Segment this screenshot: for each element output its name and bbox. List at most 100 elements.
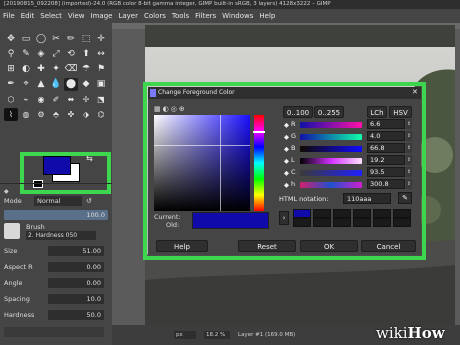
zoom-icon[interactable]: ⚲ bbox=[4, 48, 18, 61]
color-picker-tool-icon[interactable]: ▣ bbox=[94, 78, 108, 91]
channel-r-value[interactable]: 6.6 bbox=[367, 119, 405, 129]
hardness-row[interactable]: Hardness 50.0 bbox=[0, 309, 112, 322]
menu-tools[interactable]: Tools bbox=[169, 9, 192, 23]
close-icon[interactable]: ✕ bbox=[412, 88, 418, 96]
menu-file[interactable]: File bbox=[0, 9, 18, 23]
hardness-value[interactable]: 50.0 bbox=[48, 310, 104, 320]
history-swatch[interactable] bbox=[293, 218, 311, 227]
scale-icon[interactable]: ↔ bbox=[94, 48, 108, 61]
rotate-icon[interactable]: ⟲ bbox=[64, 48, 78, 61]
text-icon[interactable]: ✎ bbox=[19, 48, 33, 61]
paintbrush-icon[interactable]: ⬤ bbox=[64, 78, 78, 91]
tool-icon[interactable]: ⬡ bbox=[4, 93, 18, 106]
channel-r-slider[interactable] bbox=[300, 122, 362, 128]
channel-r-spin[interactable]: ⇕ bbox=[406, 119, 412, 129]
channel-c-value[interactable]: 93.5 bbox=[367, 167, 405, 177]
reset-icon[interactable]: ↺ bbox=[86, 195, 92, 208]
menu-view[interactable]: View bbox=[65, 9, 88, 23]
history-swatch[interactable] bbox=[393, 218, 411, 227]
menu-windows[interactable]: Windows bbox=[219, 9, 256, 23]
menu-colors[interactable]: Colors bbox=[141, 9, 169, 23]
channel-l-value[interactable]: 19.2 bbox=[367, 155, 405, 165]
range-0-100-button[interactable]: 0..100 bbox=[283, 106, 313, 118]
tool-icon[interactable]: ◍ bbox=[19, 108, 33, 121]
spacing-value[interactable]: 10.0 bbox=[48, 294, 104, 304]
brush-name[interactable]: 2. Hardness 050 bbox=[26, 231, 96, 240]
path-icon[interactable]: ◆ bbox=[79, 78, 93, 91]
flip-icon[interactable]: ⬆ bbox=[79, 48, 93, 61]
channel-c-slider[interactable] bbox=[300, 170, 362, 176]
rect-select-icon[interactable]: ▭ bbox=[19, 33, 33, 46]
reset-button[interactable]: Reset bbox=[238, 240, 296, 252]
color-selector-tabs[interactable]: ▦◐◎⊕ bbox=[154, 105, 187, 113]
hsv-button[interactable]: HSV bbox=[389, 106, 412, 118]
html-notation-input[interactable]: 110aaa bbox=[343, 193, 391, 204]
tool-icon[interactable]: ⬗ bbox=[79, 108, 93, 121]
force-row[interactable] bbox=[4, 327, 104, 337]
channel-b-spin[interactable]: ⇕ bbox=[406, 143, 412, 153]
hue-strip[interactable] bbox=[254, 115, 264, 211]
history-swatch[interactable] bbox=[313, 209, 331, 218]
menu-image[interactable]: Image bbox=[88, 9, 116, 23]
channel-l-slider[interactable] bbox=[300, 158, 362, 164]
size-row[interactable]: Size 51.00 bbox=[0, 245, 112, 258]
channel-h-spin[interactable]: ⇕ bbox=[406, 179, 412, 189]
opacity-slider[interactable]: 100.0 bbox=[4, 210, 108, 220]
tool-icon[interactable]: ⌁ bbox=[19, 93, 33, 106]
aspect-row[interactable]: Aspect R 0.00 bbox=[0, 261, 112, 274]
tool-icon[interactable]: ⚙ bbox=[34, 108, 48, 121]
zoom-select[interactable]: 18.2 % bbox=[204, 331, 230, 339]
lch-button[interactable]: LCh bbox=[367, 106, 387, 118]
channel-b-value[interactable]: 66.8 bbox=[367, 143, 405, 153]
mode-select[interactable]: Normal bbox=[34, 196, 82, 206]
history-swatch[interactable] bbox=[333, 218, 351, 227]
channel-h-value[interactable]: 300.8 bbox=[367, 179, 405, 189]
menu-edit[interactable]: Edit bbox=[18, 9, 38, 23]
angle-value[interactable]: 0.00 bbox=[48, 278, 104, 288]
dodge-icon[interactable]: ◐ bbox=[19, 63, 33, 76]
channel-g-slider[interactable] bbox=[300, 134, 362, 140]
ellipse-select-icon[interactable]: ◯ bbox=[34, 33, 48, 46]
move-tool-icon[interactable]: ✥ bbox=[4, 33, 18, 46]
tool-icon[interactable]: ◉ bbox=[34, 93, 48, 106]
tool-icon[interactable]: ✐ bbox=[49, 93, 63, 106]
ink-icon[interactable]: ✒ bbox=[4, 78, 18, 91]
tool-icon[interactable]: ✢ bbox=[79, 93, 93, 106]
menu-filters[interactable]: Filters bbox=[192, 9, 219, 23]
spacing-row[interactable]: Spacing 10.0 bbox=[0, 293, 112, 306]
size-value[interactable]: 51.00 bbox=[48, 246, 104, 256]
menu-help[interactable]: Help bbox=[256, 9, 278, 23]
channel-b-slider[interactable] bbox=[300, 146, 362, 152]
airbrush-icon[interactable]: ☂ bbox=[79, 63, 93, 76]
help-button[interactable]: Help bbox=[156, 240, 208, 252]
history-swatch[interactable] bbox=[353, 218, 371, 227]
history-swatch[interactable] bbox=[313, 218, 331, 227]
angle-row[interactable]: Angle 0.00 bbox=[0, 277, 112, 290]
saturation-value-square[interactable] bbox=[154, 115, 250, 211]
blur-icon[interactable]: 💧 bbox=[49, 78, 63, 91]
channel-h-slider[interactable] bbox=[300, 182, 362, 188]
channel-g-value[interactable]: 4.0 bbox=[367, 131, 405, 141]
tool-icon[interactable]: ⬔ bbox=[94, 93, 108, 106]
channel-l-spin[interactable]: ⇕ bbox=[406, 155, 412, 165]
add-to-history-button[interactable]: › bbox=[279, 211, 289, 225]
align-icon[interactable]: ✛ bbox=[94, 33, 108, 46]
opacity-row[interactable]: Opacity 100.0 bbox=[0, 209, 112, 222]
foreground-color-swatch[interactable] bbox=[43, 156, 71, 175]
clone-icon[interactable]: ⚑ bbox=[94, 63, 108, 76]
tool-icon[interactable]: ⬘ bbox=[49, 108, 63, 121]
tool-icon[interactable]: ⌇ bbox=[4, 108, 18, 121]
free-select-icon[interactable]: ✏ bbox=[64, 33, 78, 46]
swap-colors-icon[interactable]: ⇆ bbox=[86, 154, 93, 163]
channel-c-spin[interactable]: ⇕ bbox=[406, 167, 412, 177]
measure-icon[interactable]: ⌖ bbox=[19, 78, 33, 91]
aspect-value[interactable]: 0.00 bbox=[48, 262, 104, 272]
smudge-icon[interactable]: ✦ bbox=[49, 63, 63, 76]
tool-icon[interactable]: ✜ bbox=[64, 108, 78, 121]
history-swatch[interactable] bbox=[333, 209, 351, 218]
brush-preview-icon[interactable] bbox=[4, 223, 20, 239]
grid-icon[interactable]: ⊞ bbox=[4, 63, 18, 76]
channel-g-spin[interactable]: ⇕ bbox=[406, 131, 412, 141]
cancel-button[interactable]: Cancel bbox=[361, 240, 416, 252]
color-picker-icon[interactable]: ✎ bbox=[398, 192, 412, 204]
